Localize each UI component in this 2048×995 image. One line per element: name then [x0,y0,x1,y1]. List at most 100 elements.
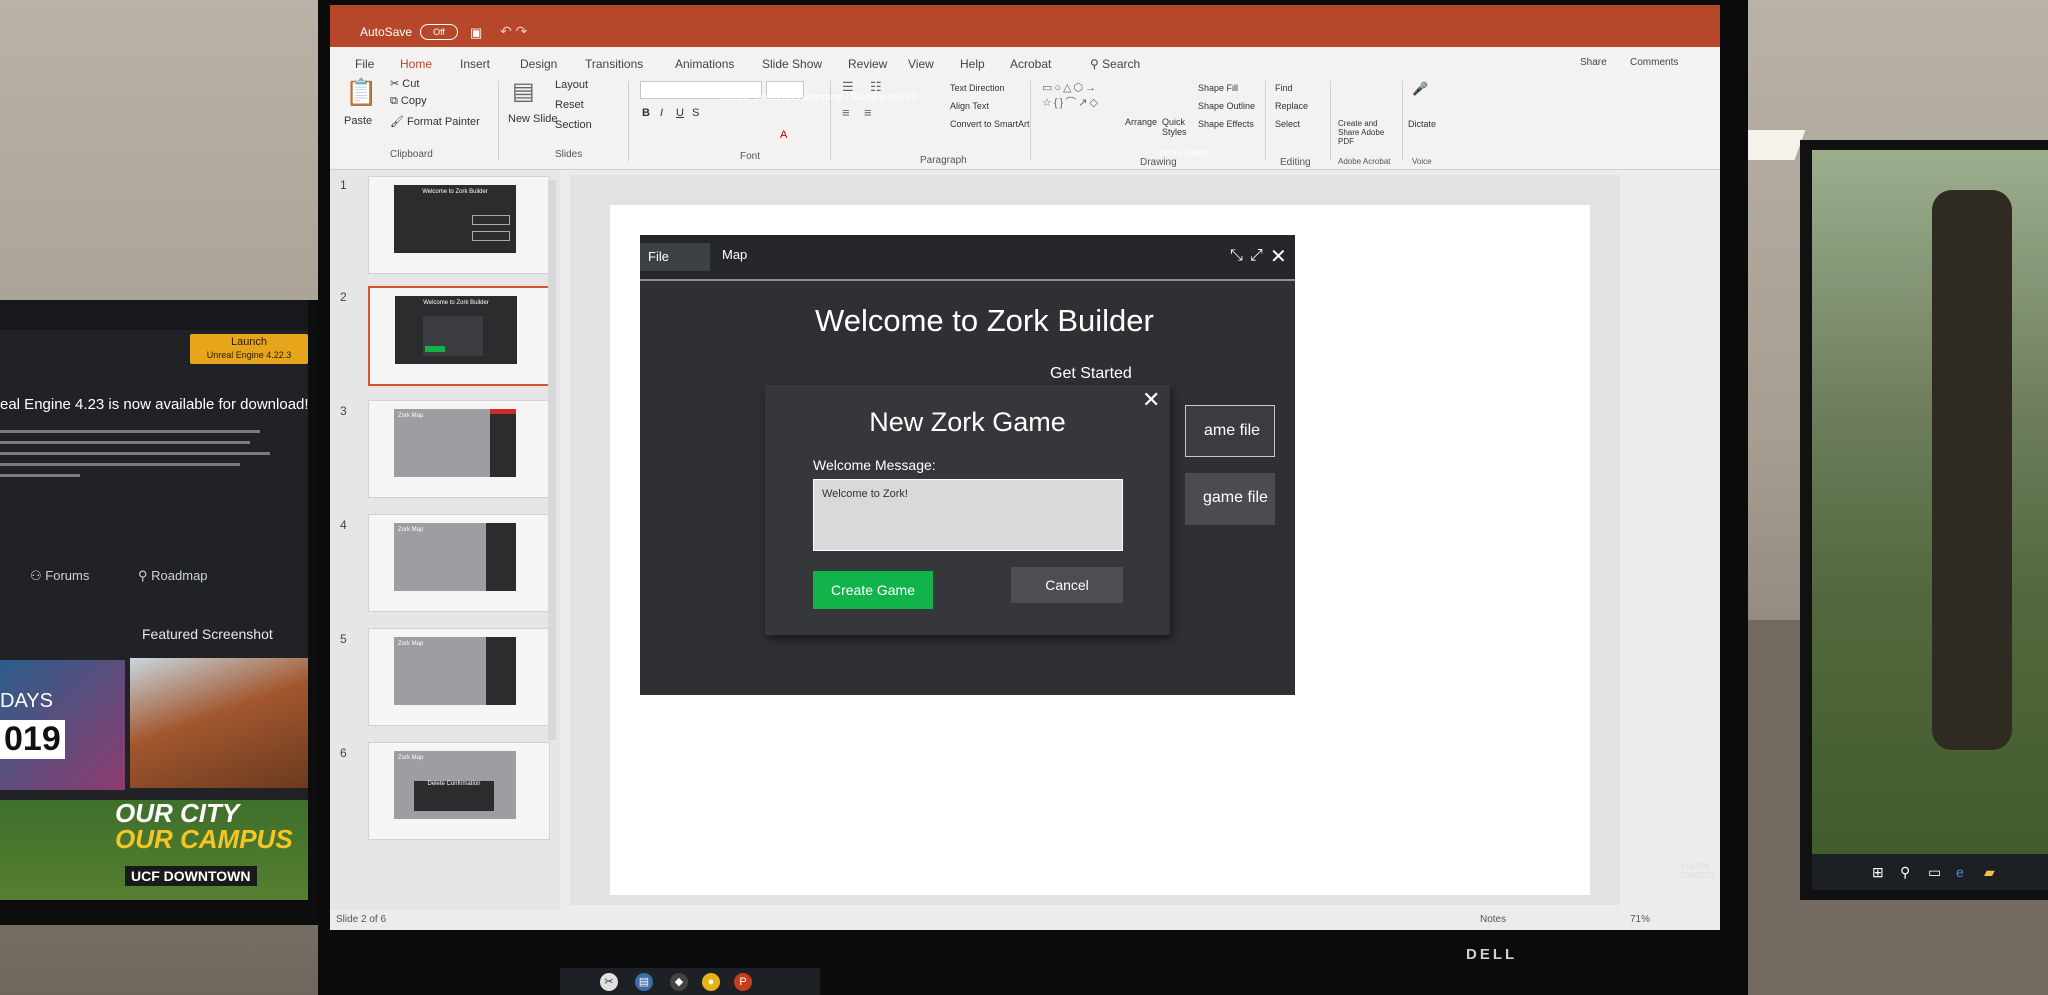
format-painter-button[interactable]: 🖌 Format Painter [390,115,480,128]
powerpoint-icon[interactable]: P [734,973,752,991]
slide-thumbnail-2[interactable]: Welcome to Zork Builder [368,286,552,386]
create-game-button[interactable]: Create Game [813,571,933,609]
paste-icon[interactable]: 📋 [345,77,377,108]
italic-button[interactable]: I [660,107,663,119]
shape-outline-button[interactable]: Shape Outline [1198,101,1255,111]
create-share-pdf-button[interactable]: Create and Share Adobe PDF [1338,119,1392,146]
paste-button[interactable]: Paste [344,115,372,127]
welcome-message-input[interactable]: Welcome to Zork! [813,479,1123,551]
open-game-file-button[interactable]: game file [1185,473,1275,525]
forums-link[interactable]: ⚇ Forums [30,568,89,584]
chrome-icon[interactable]: ● [702,973,720,991]
text-direction-button[interactable]: Text Direction [950,83,1005,93]
featured-screenshot-heading: Featured Screenshot [142,626,273,642]
tree-trunk [1932,190,2012,750]
thumbnail-content: Zork Map [394,409,516,477]
align-left-icon[interactable]: ≡ [842,105,850,120]
snip-icon[interactable]: ✂ [600,973,618,991]
tab-review[interactable]: Review [848,57,887,71]
zoom-level[interactable]: 71% [1630,914,1650,925]
share-button[interactable]: Share [1580,57,1607,68]
shape-effects-button[interactable]: Shape Effects [1198,119,1254,129]
slide-thumbnail-4[interactable]: Zork Map [368,514,550,612]
menu-file[interactable]: File [640,243,710,271]
copy-button[interactable]: ⧉ Copy [390,95,427,108]
bold-button[interactable]: B [642,107,650,119]
slide-thumbnail-6[interactable]: Zork Map Delete Confirmation [368,742,550,840]
thumbnail-content: Zork Map Delete Confirmation [394,751,516,819]
file-explorer-icon[interactable]: ▰ [1984,864,2000,880]
ucf-text: OUR CITY OUR CAMPUS [115,800,293,852]
tab-animations[interactable]: Animations [675,57,734,71]
section-button[interactable]: Section [555,119,592,131]
new-game-file-button[interactable]: ame file [1185,405,1275,457]
underline-button[interactable]: U [676,107,684,119]
tab-help[interactable]: Help [960,57,985,71]
epic-games-icon[interactable]: ◆ [670,973,688,991]
launch-label: Launch [230,336,268,348]
task-view-icon[interactable]: ▭ [1928,864,1944,880]
search-box[interactable]: ⚲ Search [1090,57,1140,71]
select-button[interactable]: Select [1275,119,1300,129]
app-menu-bar: File Map ⤡ ⤢ ✕ [640,235,1295,281]
slides-group-label: Slides [555,149,583,160]
tab-view[interactable]: View [908,57,934,71]
replace-button[interactable]: Replace [1275,101,1308,111]
layout-button[interactable]: Layout [555,79,588,91]
autosave-toggle[interactable]: Off [420,24,458,40]
align-text-button[interactable]: Align Text [950,101,989,111]
adobe-acrobat-group-label: Adobe Acrobat [1338,157,1391,166]
shape-fill-button[interactable]: Shape Fill [1198,83,1238,93]
system-clock[interactable]: 1:01 PM 10/8/2019 [1680,862,1716,880]
minimize-icon[interactable]: ⤡ [1230,247,1243,265]
notes-button[interactable]: Notes [1480,914,1506,925]
shapes-gallery-icon[interactable]: ▭○△⬡→ ☆{}⌒↗◇ [1042,81,1100,110]
user-name[interactable]: Henry Glaspie [1160,148,1211,157]
launch-button[interactable]: Launch Unreal Engine 4.22.3 [190,334,308,364]
new-slide-button[interactable]: New Slide [508,113,558,125]
menu-map[interactable]: Map [722,247,747,262]
find-button[interactable]: Find [1275,83,1293,93]
ucf-banner[interactable]: OUR CITY OUR CAMPUS UCF DOWNTOWN [0,800,308,900]
edge-icon[interactable]: e [1956,864,1972,880]
featured-screenshot-image[interactable] [130,658,308,788]
windows-start-icon[interactable]: ⊞ [1872,864,1888,880]
align-center-icon[interactable]: ≡ [864,105,872,120]
tab-insert[interactable]: Insert [460,57,490,71]
microphone-icon[interactable]: 🎤 [1412,81,1428,97]
close-icon[interactable]: ✕ [1270,244,1287,269]
current-slide[interactable]: File Map ⤡ ⤢ ✕ Welcome to Zork Builder G… [610,205,1590,895]
thumbnail-scrollbar[interactable] [548,180,556,740]
onenote-icon[interactable]: ▤ [635,973,653,991]
search-icon[interactable]: ⚲ [1900,864,1916,880]
tab-file[interactable]: File [355,57,374,71]
tab-design[interactable]: Design [520,57,557,71]
editing-group-label: Editing [1280,157,1311,168]
launcher-topbar [0,300,308,330]
comments-button[interactable]: Comments [1630,57,1678,68]
dictate-button[interactable]: Dictate [1408,119,1436,129]
quick-styles-button[interactable]: Quick Styles [1162,117,1192,137]
windows-taskbar: ✂ ▤ ◆ ● P [560,968,820,995]
arrange-button[interactable]: Arrange [1125,117,1157,127]
maximize-icon[interactable]: ⤢ [1250,247,1263,265]
reset-button[interactable]: Reset [555,99,584,111]
undo-icon[interactable]: ↶ ↷ [500,23,527,40]
convert-smartart-button[interactable]: Convert to SmartArt [950,119,1030,129]
slide-thumbnail-5[interactable]: Zork Map [368,628,550,726]
thumbnail-content: Welcome to Zork Builder [394,185,516,253]
new-slide-icon[interactable]: ▤ [512,77,535,106]
slide-number: 4 [340,518,347,532]
cut-button[interactable]: ✂ Cut [390,77,419,90]
save-icon[interactable]: ▣ [470,25,482,41]
tab-acrobat[interactable]: Acrobat [1010,57,1051,71]
roadmap-link[interactable]: ⚲ Roadmap [138,568,208,584]
tab-slide-show[interactable]: Slide Show [762,57,822,71]
font-color-button[interactable]: A [780,129,787,141]
slide-thumbnail-3[interactable]: Zork Map [368,400,550,498]
cancel-button[interactable]: Cancel [1011,567,1123,603]
slide-thumbnail-1[interactable]: Welcome to Zork Builder [368,176,550,274]
tab-transitions[interactable]: Transitions [585,57,643,71]
news-headline[interactable]: eal Engine 4.23 is now available for dow… [0,396,308,413]
strikethrough-button[interactable]: S [692,107,699,119]
